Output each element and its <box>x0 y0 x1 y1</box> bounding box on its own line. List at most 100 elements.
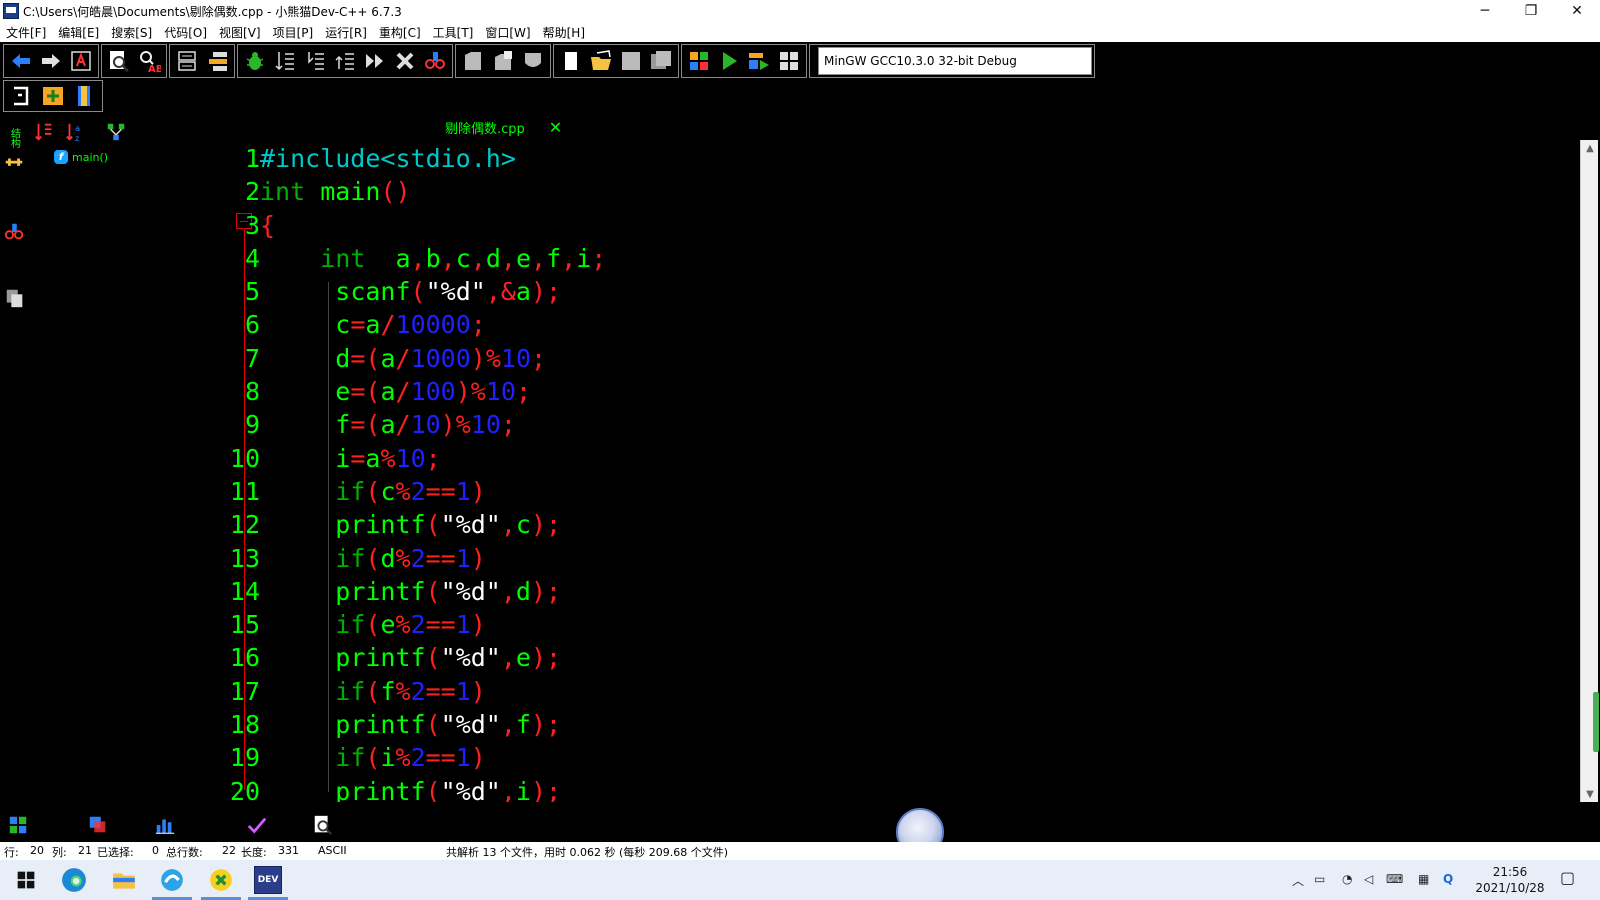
new-file-icon[interactable] <box>460 48 486 74</box>
run-icon[interactable] <box>716 48 742 74</box>
minimize-button[interactable]: ─ <box>1462 0 1508 22</box>
chart-bars-icon[interactable] <box>153 813 177 837</box>
step-out-icon[interactable] <box>332 48 358 74</box>
menu-help[interactable]: 帮助[H] <box>537 24 591 41</box>
menu-tools[interactable]: 工具[T] <box>427 24 480 41</box>
replace-icon[interactable]: AB <box>136 48 162 74</box>
file-icon[interactable] <box>558 48 584 74</box>
code-token: "%d" <box>440 510 501 540</box>
code-token: 10000 <box>395 310 471 340</box>
wifi-icon[interactable]: ◔ <box>1342 872 1352 886</box>
devcpp-taskbar-icon[interactable]: DEV <box>254 866 282 894</box>
forward-arrow-icon[interactable] <box>38 48 64 74</box>
code-editor[interactable]: 剔除偶数.cpp ✕ 1 #include<stdio.h> 2 int main()… <box>200 112 1580 802</box>
scroll-up-icon[interactable]: ▲ <box>1581 140 1599 156</box>
tab-file[interactable]: 剔除偶数.cpp ✕ <box>445 118 562 137</box>
scroll-down-icon[interactable]: ▼ <box>1581 786 1599 802</box>
code-text: d=(a/1000)%10; <box>260 342 546 375</box>
clock[interactable]: 21:56 2021/10/28 <box>1470 864 1550 896</box>
notifications-icon[interactable]: ▢ <box>1560 868 1575 887</box>
new-file-plus-icon[interactable] <box>490 48 516 74</box>
windows-start-icon[interactable] <box>12 866 40 894</box>
step-into-icon[interactable] <box>302 48 328 74</box>
stop-debug-icon[interactable] <box>392 48 418 74</box>
show-inherited-icon[interactable] <box>104 120 128 144</box>
edge-browser-icon[interactable] <box>60 866 88 894</box>
code-token: d <box>335 343 351 373</box>
toolbar-group-compile <box>169 44 235 78</box>
checkmark-icon[interactable] <box>245 813 269 837</box>
toolbar-group-file <box>455 44 551 78</box>
add-class-icon[interactable] <box>2 152 26 176</box>
add-watch-icon[interactable] <box>422 48 448 74</box>
file-explorer-icon[interactable] <box>110 866 138 894</box>
menu-window[interactable]: 窗口[W] <box>479 24 536 41</box>
compiler-select[interactable]: MinGW GCC10.3.0 32-bit Debug <box>818 47 1092 75</box>
tree-item-main[interactable]: f main() <box>54 150 108 164</box>
show-hidden-icons-icon[interactable]: ︿ <box>1292 872 1304 889</box>
debug-bug-icon[interactable] <box>242 48 268 74</box>
toggle-comment-icon[interactable] <box>8 83 34 109</box>
close-file-icon[interactable] <box>520 48 546 74</box>
qq-icon[interactable]: Q <box>1443 872 1453 886</box>
vertical-scrollbar[interactable]: ▲ ▼ <box>1580 140 1599 802</box>
ime-icon[interactable]: ▦ <box>1418 872 1429 886</box>
menu-project[interactable]: 项目[P] <box>267 24 320 41</box>
battery-icon[interactable]: ▭ <box>1314 872 1325 886</box>
windows-grid-icon[interactable] <box>686 48 712 74</box>
menu-search[interactable]: 搜索[S] <box>105 24 158 41</box>
close-tab-icon[interactable]: ✕ <box>549 118 562 137</box>
line-number: 19 <box>229 743 260 773</box>
code-token: )% <box>455 377 486 407</box>
sort-by-type-icon[interactable] <box>32 120 56 144</box>
menu-view[interactable]: 视图[V] <box>213 24 267 41</box>
menu-run[interactable]: 运行[R] <box>319 24 373 41</box>
structure-tab-icon[interactable]: 结构 <box>2 126 26 150</box>
code-text: i=a%10; <box>260 442 440 475</box>
bookmark-icon[interactable] <box>72 83 98 109</box>
code-text: if(c%2==1) <box>260 475 486 508</box>
code-token: , <box>500 243 516 273</box>
continue-icon[interactable] <box>362 48 388 74</box>
volume-icon[interactable]: ◁ <box>1364 872 1373 886</box>
indent-icon[interactable] <box>40 83 66 109</box>
compile-run-icon[interactable] <box>746 48 772 74</box>
open-folder-icon[interactable] <box>588 48 614 74</box>
save-icon[interactable] <box>618 48 644 74</box>
sort-alpha-icon[interactable]: az <box>63 120 87 144</box>
debug-watch-icon[interactable] <box>2 220 26 244</box>
search-icon[interactable] <box>106 48 132 74</box>
close-window-button[interactable]: ✕ <box>1554 0 1600 22</box>
save-all-icon[interactable] <box>648 48 674 74</box>
restore-button[interactable]: ❐ <box>1508 0 1554 22</box>
menu-code[interactable]: 代码[O] <box>158 24 213 41</box>
code-token: a <box>365 310 381 340</box>
compile-all-icon[interactable] <box>204 48 230 74</box>
app-icon-yellow[interactable] <box>207 866 235 894</box>
compile-icon[interactable] <box>174 48 200 74</box>
scrollbar-thumb[interactable] <box>1593 692 1599 752</box>
code-token: c <box>515 510 531 540</box>
step-over-icon[interactable] <box>272 48 298 74</box>
rebuild-all-icon[interactable] <box>776 48 802 74</box>
code-token: ); <box>530 643 562 673</box>
resources-icon[interactable] <box>86 813 110 837</box>
find-results-icon[interactable] <box>311 813 335 837</box>
files-tab-icon[interactable] <box>3 286 27 310</box>
back-arrow-icon[interactable] <box>8 48 34 74</box>
code-token: a <box>380 343 396 373</box>
code-token: ,& <box>485 277 516 307</box>
format-code-icon[interactable] <box>68 48 94 74</box>
code-token: a <box>515 277 531 307</box>
compiler-output-icon[interactable] <box>6 813 30 837</box>
menu-refactor[interactable]: 重构[C] <box>373 24 427 41</box>
browser-app-icon[interactable] <box>158 866 186 894</box>
menu-edit[interactable]: 编辑[E] <box>52 24 105 41</box>
keyboard-icon[interactable]: ⌨ <box>1386 872 1403 886</box>
menu-file[interactable]: 文件[F] <box>0 24 52 41</box>
compiler-select-wrap: MinGW GCC10.3.0 32-bit Debug <box>809 44 1095 78</box>
line-number: 7 <box>244 343 260 373</box>
